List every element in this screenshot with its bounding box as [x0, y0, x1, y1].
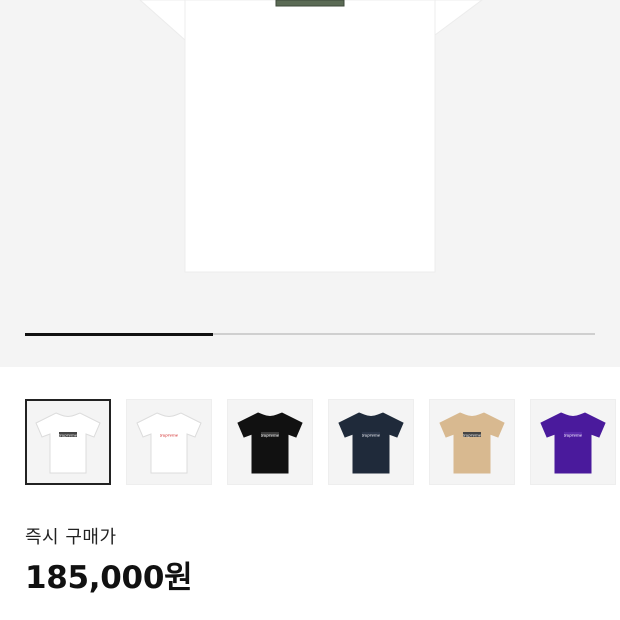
- logo-text: Supreme: [160, 432, 179, 437]
- progress-fill: [25, 332, 214, 336]
- variant-thumbnail[interactable]: Supreme: [227, 399, 313, 485]
- product-image-area[interactable]: [0, 0, 620, 367]
- variant-thumbnails: Supreme Supreme Supreme Supreme Supreme Supre…: [25, 399, 616, 487]
- tshirt-icon: Supreme: [237, 412, 303, 474]
- image-carousel-progress: [25, 332, 595, 336]
- tshirt-icon: Supreme: [338, 412, 404, 474]
- logo-text: Supreme: [261, 432, 280, 437]
- tshirt-icon: Supreme: [439, 412, 505, 474]
- tshirt-icon: Supreme: [540, 412, 606, 474]
- box-logo: [276, 0, 344, 6]
- variant-thumbnail[interactable]: Supreme: [25, 399, 111, 485]
- logo-text: Supreme: [362, 432, 381, 437]
- logo-text: Supreme: [564, 432, 583, 437]
- instant-buy-price-label: 즉시 구매가: [25, 527, 117, 548]
- tshirt-icon: Supreme: [35, 412, 101, 474]
- logo-text: Supreme: [59, 432, 78, 437]
- variant-thumbnail[interactable]: Supreme: [328, 399, 414, 485]
- variant-thumbnail[interactable]: Supreme: [429, 399, 515, 485]
- logo-text: Supreme: [463, 432, 482, 437]
- variant-thumbnail[interactable]: Supreme: [530, 399, 616, 485]
- instant-buy-price: 185,000원: [25, 560, 193, 596]
- tshirt-icon: Supreme: [136, 412, 202, 474]
- variant-thumbnail[interactable]: Supreme: [126, 399, 212, 485]
- product-image: [139, 0, 483, 273]
